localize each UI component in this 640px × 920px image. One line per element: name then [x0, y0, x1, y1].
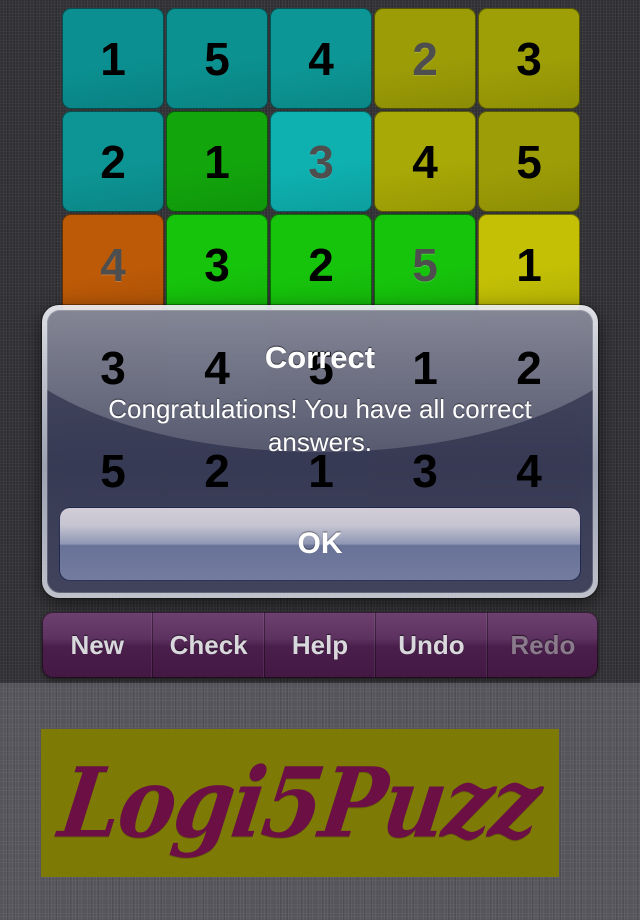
grid-cell-r2-c1[interactable]: 2: [62, 111, 164, 212]
dialog-ok-label: OK: [297, 527, 343, 560]
grid-cell-value: 1: [516, 238, 542, 291]
toolbar-button-label: Undo: [398, 629, 465, 660]
toolbar-button-help[interactable]: Help: [265, 612, 377, 678]
dialog-body: Correct Congratulations! You have all co…: [47, 310, 593, 593]
grid-cell-value: 2: [308, 238, 334, 291]
grid-cell-value: 4: [100, 238, 126, 291]
grid-cell-r3-c1[interactable]: 4: [62, 214, 164, 315]
dialog-title: Correct: [264, 340, 376, 375]
grid-cell-value: 3: [516, 32, 542, 85]
grid-cell-r3-c4[interactable]: 5: [374, 214, 476, 315]
grid-cell-r2-c3[interactable]: 3: [270, 111, 372, 212]
grid-cell-value: 5: [412, 238, 438, 291]
grid-cell-r1-c4[interactable]: 2: [374, 8, 476, 109]
grid-cell-value: 2: [100, 135, 126, 188]
grid-cell-value: 5: [516, 135, 542, 188]
toolbar-button-label: New: [70, 629, 124, 660]
toolbar-button-label: Redo: [510, 629, 576, 660]
toolbar-button-label: Check: [169, 629, 248, 660]
dialog-message: Congratulations! You have all correct an…: [108, 394, 532, 457]
grid-cell-r1-c2[interactable]: 5: [166, 8, 268, 109]
grid-cell-value: 3: [308, 135, 334, 188]
dialog-ok-button[interactable]: OK: [59, 507, 581, 581]
grid-cell-value: 4: [308, 32, 334, 85]
grid-cell-r3-c5[interactable]: 1: [478, 214, 580, 315]
grid-cell-r2-c5[interactable]: 5: [478, 111, 580, 212]
grid-cell-r1-c1[interactable]: 1: [62, 8, 164, 109]
grid-cell-r3-c3[interactable]: 2: [270, 214, 372, 315]
grid-cell-r2-c2[interactable]: 1: [166, 111, 268, 212]
grid-cell-value: 5: [204, 32, 230, 85]
grid-cell-value: 2: [412, 32, 438, 85]
grid-cell-value: 1: [100, 32, 126, 85]
grid-cell-r2-c4[interactable]: 4: [374, 111, 476, 212]
toolbar-button-redo: Redo: [488, 612, 598, 678]
toolbar-button-new[interactable]: New: [42, 612, 154, 678]
toolbar-button-undo[interactable]: Undo: [376, 612, 488, 678]
grid-cell-value: 4: [412, 135, 438, 188]
grid-cell-r3-c2[interactable]: 3: [166, 214, 268, 315]
grid-cell-r1-c5[interactable]: 3: [478, 8, 580, 109]
app-logo-text: Logi5Puzz: [53, 746, 547, 860]
logo-banner: Logi5Puzz: [41, 729, 559, 877]
grid-cell-value: 3: [204, 238, 230, 291]
grid-cell-value: 1: [204, 135, 230, 188]
toolbar: New Check Help Undo Redo: [42, 612, 598, 678]
toolbar-button-check[interactable]: Check: [153, 612, 265, 678]
correct-alert-dialog: Correct Congratulations! You have all co…: [42, 305, 598, 598]
grid-cell-r1-c3[interactable]: 4: [270, 8, 372, 109]
toolbar-button-label: Help: [291, 629, 349, 660]
